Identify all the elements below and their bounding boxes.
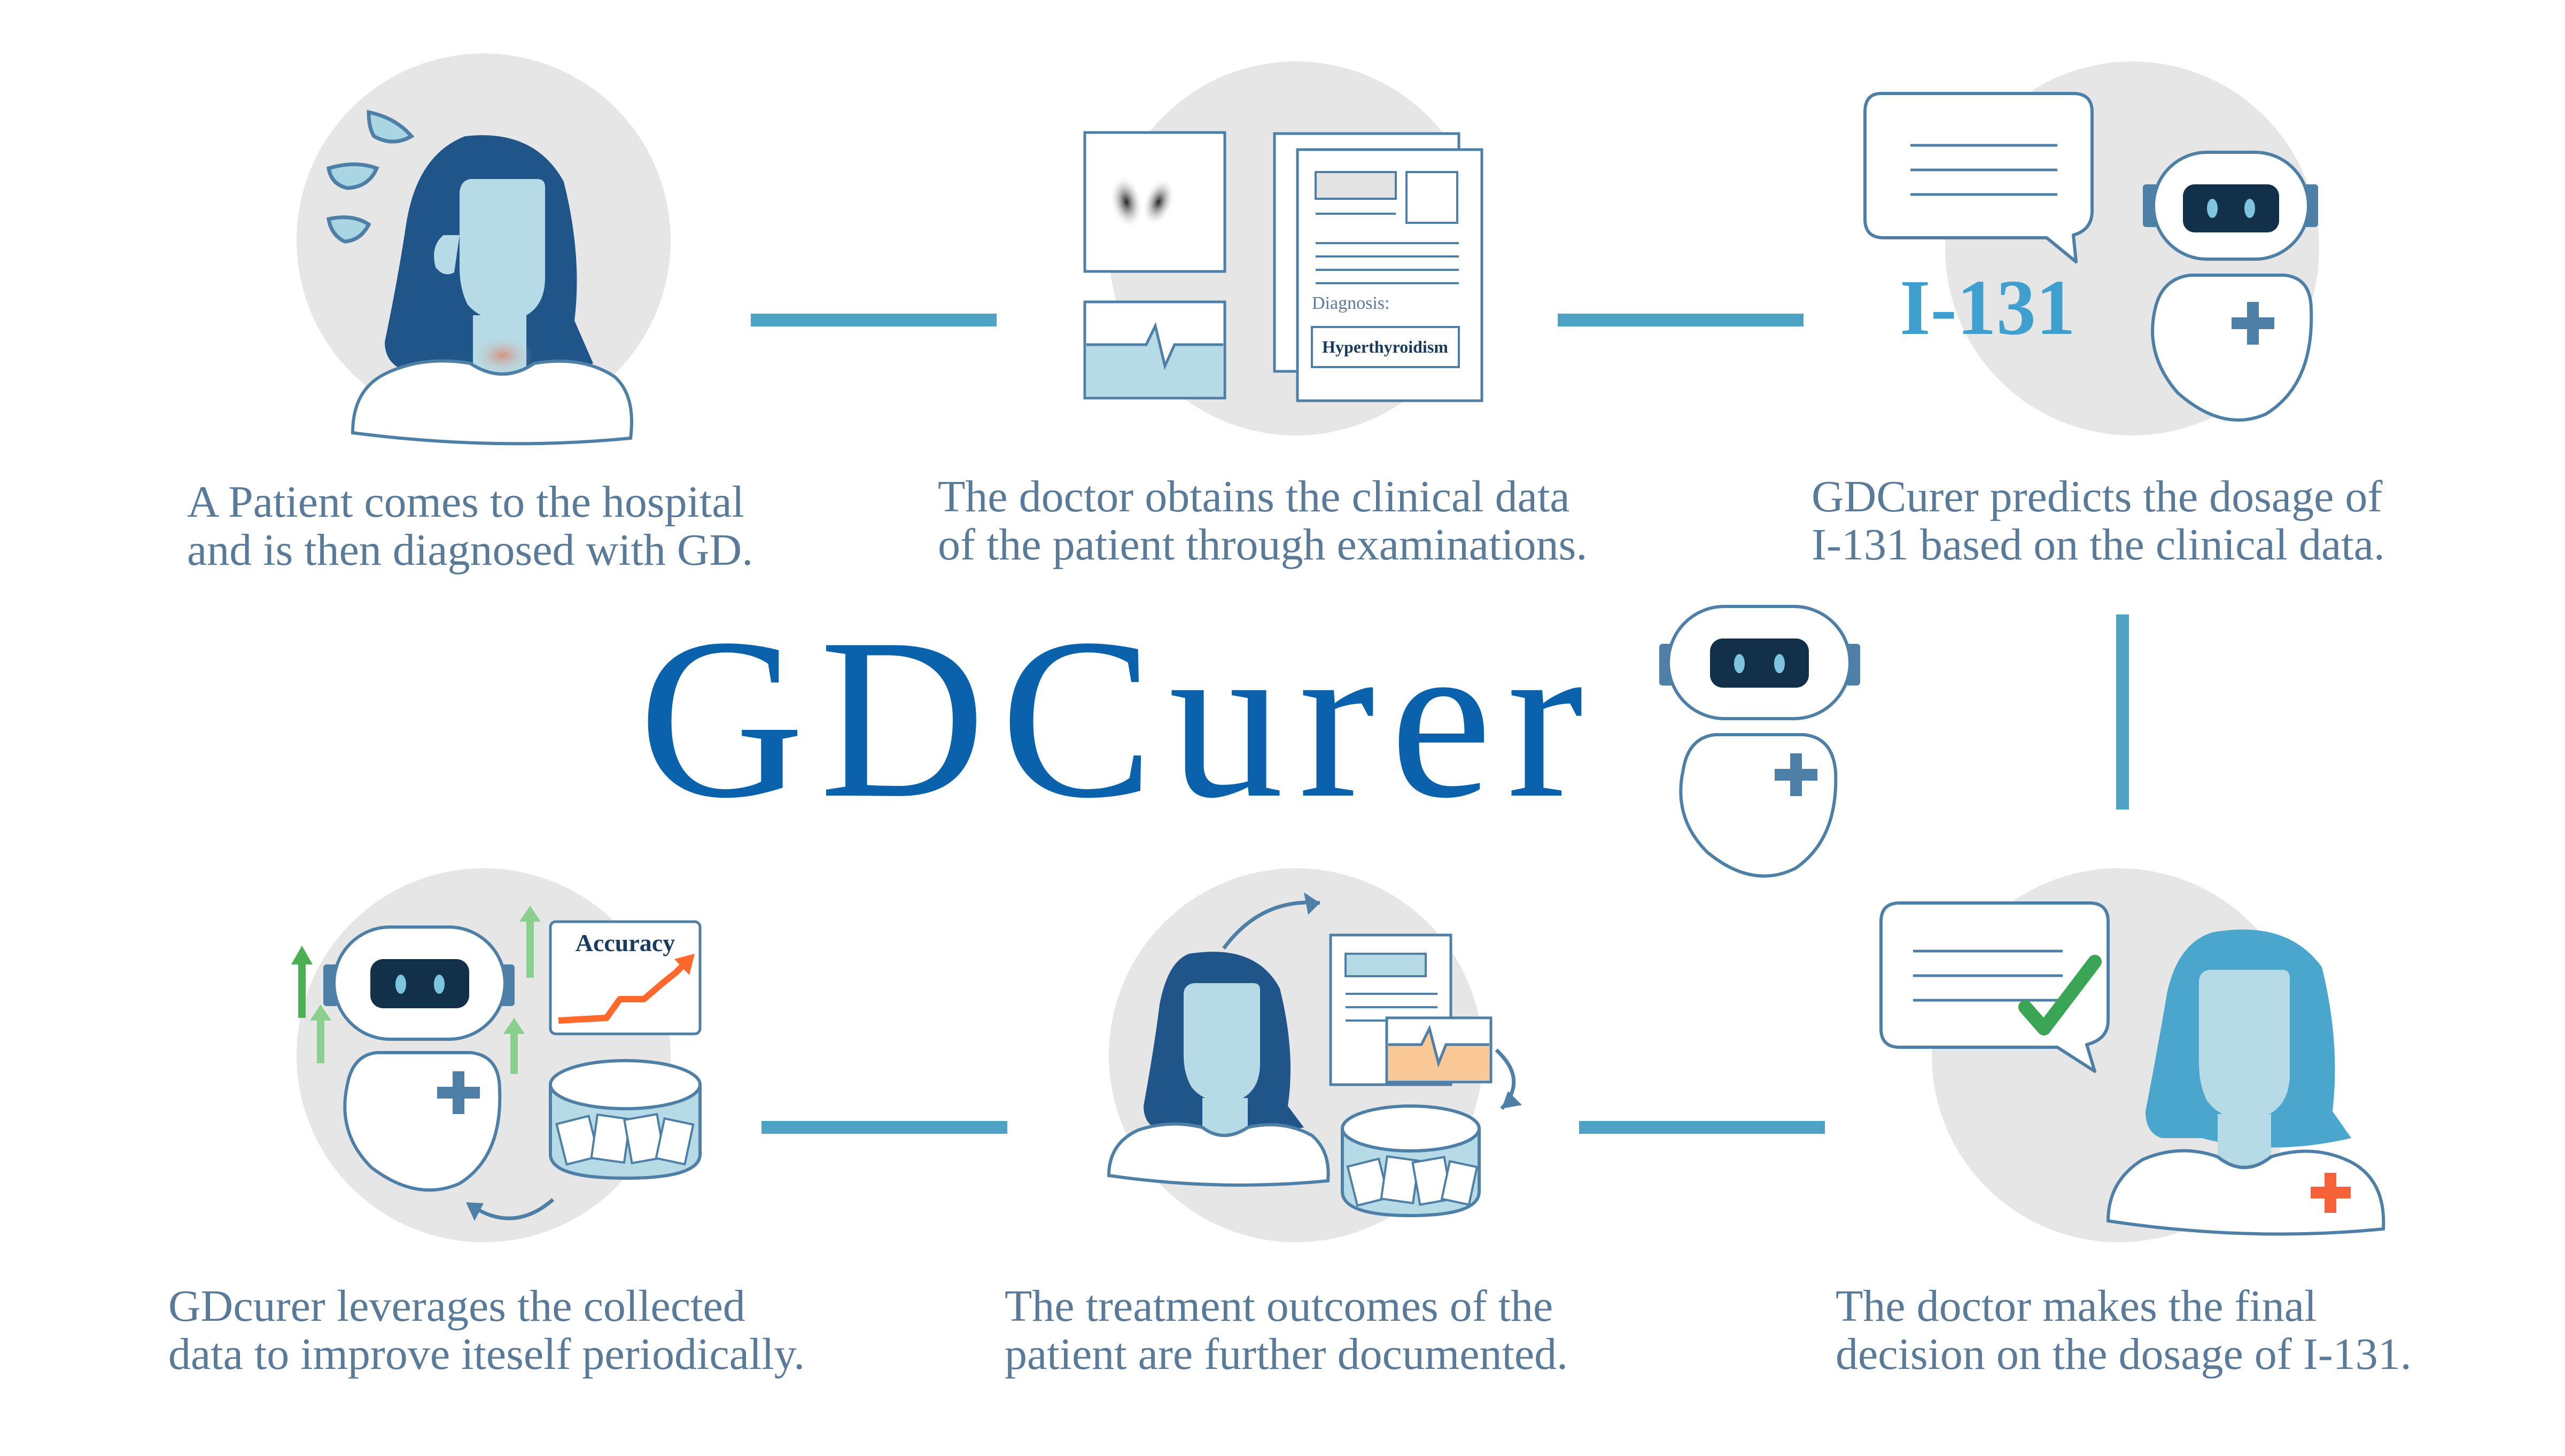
connector-step4-step5 [1579, 1121, 1825, 1134]
clinical-documents-illustration: Diagnosis: Hyperthyroidism [1083, 131, 1483, 402]
center-robot-icon [1659, 605, 1860, 878]
report-photo-box [1405, 171, 1458, 224]
brand-title: GDCurer [639, 591, 1599, 846]
step-caption-document-outcome: The treatment outcomes of the patient ar… [1005, 1282, 1568, 1379]
stacked-records [555, 1112, 695, 1166]
caption-line: GDCurer predicts the dosage of [1812, 472, 2383, 521]
step-caption-patient-arrives: A Patient comes to the hospital and is t… [187, 478, 753, 574]
caption-line: decision on the dosage of I-131. [1836, 1329, 2412, 1379]
database-icon [549, 1059, 702, 1180]
diagnosis-heading: Diagnosis: [1312, 293, 1389, 313]
report-header-bar [1315, 171, 1397, 200]
patient-face [460, 179, 545, 321]
doctor-face [2199, 970, 2290, 1120]
robot-body [1679, 733, 1838, 878]
caption-line: The doctor obtains the clinical data [938, 472, 1570, 521]
step-caption-clinical-data: The doctor obtains the clinical data of … [938, 473, 1587, 569]
caption-line: I-131 based on the clinical data. [1812, 520, 2385, 570]
isotope-label: I-131 [1900, 264, 2076, 352]
robot-visor [370, 959, 469, 1008]
patient-face [1184, 983, 1260, 1103]
caption-line: data to improve iteself periodically. [168, 1329, 805, 1379]
connector-step3-step4 [2116, 614, 2129, 809]
speech-bubble-icon [1863, 92, 2094, 263]
connector-step5-step6 [761, 1121, 1007, 1134]
caption-line: and is then diagnosed with GD. [187, 525, 753, 575]
caption-line: The doctor makes the final [1836, 1281, 2317, 1331]
database-icon [1341, 1104, 1481, 1218]
connector-step2-step3 [1558, 314, 1804, 326]
accuracy-label: Accuracy [576, 929, 675, 956]
caption-line: The treatment outcomes of the [1005, 1281, 1553, 1331]
robot-visor [1710, 639, 1809, 688]
stacked-records [1346, 1155, 1479, 1207]
robot-icon [2143, 151, 2318, 422]
caption-line: A Patient comes to the hospital [187, 477, 744, 527]
connector-step1-step2 [751, 314, 997, 326]
step-caption-predict-dosage: GDCurer predicts the dosage of I-131 bas… [1812, 473, 2385, 569]
robot-visor [2183, 184, 2279, 232]
step-caption-self-improve: GDcurer leverages the collected data to … [168, 1282, 805, 1379]
caption-line: patient are further documented. [1005, 1329, 1568, 1379]
diagnosis-value: Hyperthyroidism [1322, 337, 1448, 356]
caption-line: of the patient through examinations. [938, 520, 1588, 570]
caption-line: GDcurer leverages the collected [168, 1281, 745, 1331]
step-caption-doctor-decision: The doctor makes the final decision on t… [1836, 1282, 2412, 1379]
